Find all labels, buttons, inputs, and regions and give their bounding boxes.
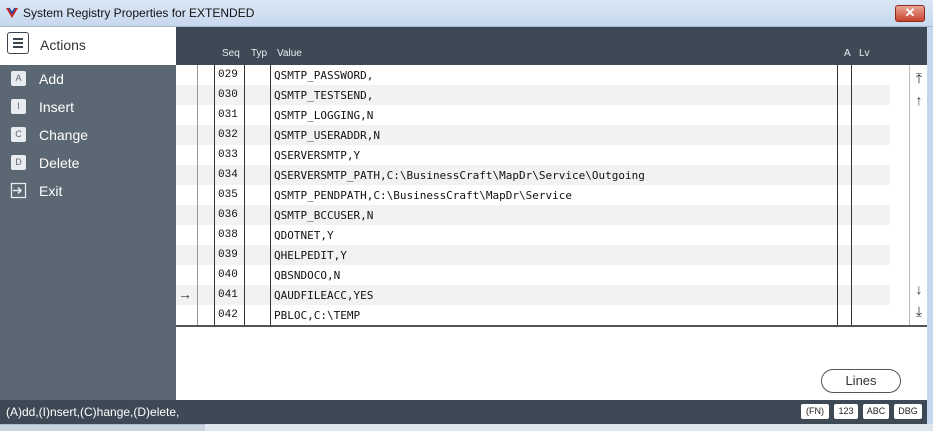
debug-indicator[interactable]: DBG (894, 404, 922, 419)
cell-seq: 029 (218, 69, 238, 81)
cell-seq: 035 (218, 189, 238, 201)
table-row[interactable]: 038 QDOTNET,Y (176, 225, 890, 245)
caps-indicator[interactable]: ABC (863, 404, 889, 419)
action-delete[interactable]: D Delete (0, 151, 176, 175)
action-insert[interactable]: I Insert (0, 95, 176, 119)
cell-seq: 034 (218, 169, 238, 181)
cell-value: QSMTP_TESTSEND, (274, 89, 374, 102)
cell-value: QSERVERSMTP_PATH,C:\BusinessCraft\MapDr\… (274, 169, 645, 182)
cell-value: QSERVERSMTP,Y (274, 149, 361, 162)
table-row[interactable]: 030 QSMTP_TESTSEND, (176, 85, 890, 105)
cell-value: QBSNDOCO,N (274, 269, 341, 282)
action-add-label: Add (39, 71, 64, 87)
column-divider (214, 65, 215, 325)
table-row[interactable]: 029 QSMTP_PASSWORD, (176, 65, 890, 85)
lines-button[interactable]: Lines (821, 369, 901, 393)
scroll-down-icon[interactable]: ↓ (912, 281, 926, 297)
cell-value: PBLOC,C:\TEMP (274, 309, 361, 322)
table-row[interactable]: 031 QSMTP_LOGGING,N (176, 105, 890, 125)
window-titlebar: System Registry Properties for EXTENDED … (0, 0, 933, 27)
exit-icon (10, 182, 27, 199)
cell-seq: 041 (218, 289, 238, 301)
scroll-to-bottom-icon[interactable]: ⤓ (912, 303, 926, 319)
actions-title: Actions (40, 37, 86, 53)
numeric-indicator[interactable]: 123 (834, 404, 858, 419)
key-c-icon: C (11, 127, 26, 142)
column-header-value[interactable]: Value (277, 48, 302, 59)
app-logo-icon (6, 7, 18, 18)
table-row-current[interactable]: → 041 QAUDFILEACC,YES (176, 285, 890, 305)
background-window-edge (0, 424, 205, 431)
registry-grid: 029 QSMTP_PASSWORD, 030 QSMTP_TESTSEND, … (176, 65, 928, 325)
close-window-button[interactable]: ✕ (895, 5, 925, 22)
cell-value: QSMTP_LOGGING,N (274, 109, 374, 122)
cell-seq: 032 (218, 129, 238, 141)
window-right-border (927, 27, 933, 431)
column-divider (270, 65, 271, 325)
key-i-icon: I (11, 99, 26, 114)
grid-header: Seq Typ Value A Lv (176, 27, 927, 65)
column-header-a[interactable]: A (844, 48, 851, 59)
grid-scroll-column: ⤒ ↑ ↓ ⤓ (909, 65, 928, 325)
scroll-up-icon[interactable]: ↑ (912, 92, 926, 108)
cell-value: QSMTP_PENDPATH,C:\BusinessCraft\MapDr\Se… (274, 189, 573, 202)
key-a-icon: A (11, 71, 26, 86)
table-row[interactable]: 034 QSERVERSMTP_PATH,C:\BusinessCraft\Ma… (176, 165, 890, 185)
actions-sidebar: Actions A Add I Insert C Change D Delete… (0, 27, 176, 400)
scroll-to-top-icon[interactable]: ⤒ (912, 70, 926, 86)
cell-seq: 039 (218, 249, 238, 261)
cell-value: QAUDFILEACC,YES (274, 289, 374, 302)
cell-seq: 033 (218, 149, 238, 161)
cell-seq: 036 (218, 209, 238, 221)
action-change-label: Change (39, 127, 89, 143)
status-bar: (A)dd,(I)nsert,(C)hange,(D)elete, (FN) 1… (0, 400, 927, 424)
action-delete-label: Delete (39, 155, 80, 171)
cell-value: QSMTP_PASSWORD, (274, 69, 374, 82)
table-row[interactable]: 035 QSMTP_PENDPATH,C:\BusinessCraft\MapD… (176, 185, 890, 205)
table-row[interactable]: 032 QSMTP_USERADDR,N (176, 125, 890, 145)
cell-seq: 042 (218, 309, 238, 321)
actions-header: Actions (0, 27, 176, 65)
action-exit[interactable]: Exit (0, 179, 176, 203)
column-divider (197, 65, 198, 325)
table-row[interactable]: 036 QSMTP_BCCUSER,N (176, 205, 890, 225)
cell-seq: 040 (218, 269, 238, 281)
table-row[interactable]: 039 QHELPEDIT,Y (176, 245, 890, 265)
table-row[interactable]: 033 QSERVERSMTP,Y (176, 145, 890, 165)
current-row-arrow-icon: → (178, 286, 192, 302)
column-divider (851, 65, 852, 325)
key-d-icon: D (11, 155, 26, 170)
hamburger-menu-icon[interactable] (7, 32, 29, 54)
column-header-typ[interactable]: Typ (251, 48, 267, 59)
cell-seq: 030 (218, 89, 238, 101)
cell-value: QHELPEDIT,Y (274, 249, 347, 262)
column-divider (837, 65, 838, 325)
action-add[interactable]: A Add (0, 67, 176, 91)
window-title: System Registry Properties for EXTENDED (23, 6, 255, 20)
cell-value: QSMTP_BCCUSER,N (274, 209, 374, 222)
action-insert-label: Insert (39, 99, 75, 115)
table-row[interactable]: 040 QBSNDOCO,N (176, 265, 890, 285)
column-header-seq[interactable]: Seq (222, 48, 240, 59)
column-divider (244, 65, 245, 325)
cell-value: QSMTP_USERADDR,N (274, 129, 380, 142)
detail-area: Lines (176, 327, 927, 400)
table-row[interactable]: 042 PBLOC,C:\TEMP (176, 305, 890, 325)
cell-value: QDOTNET,Y (274, 229, 334, 242)
cell-seq: 038 (218, 229, 238, 241)
fn-indicator[interactable]: (FN) (801, 404, 829, 419)
cell-seq: 031 (218, 109, 238, 121)
action-exit-label: Exit (39, 183, 63, 199)
status-hint-text: (A)dd,(I)nsert,(C)hange,(D)elete, (6, 405, 180, 419)
action-change[interactable]: C Change (0, 123, 176, 147)
column-header-lv[interactable]: Lv (859, 48, 870, 59)
